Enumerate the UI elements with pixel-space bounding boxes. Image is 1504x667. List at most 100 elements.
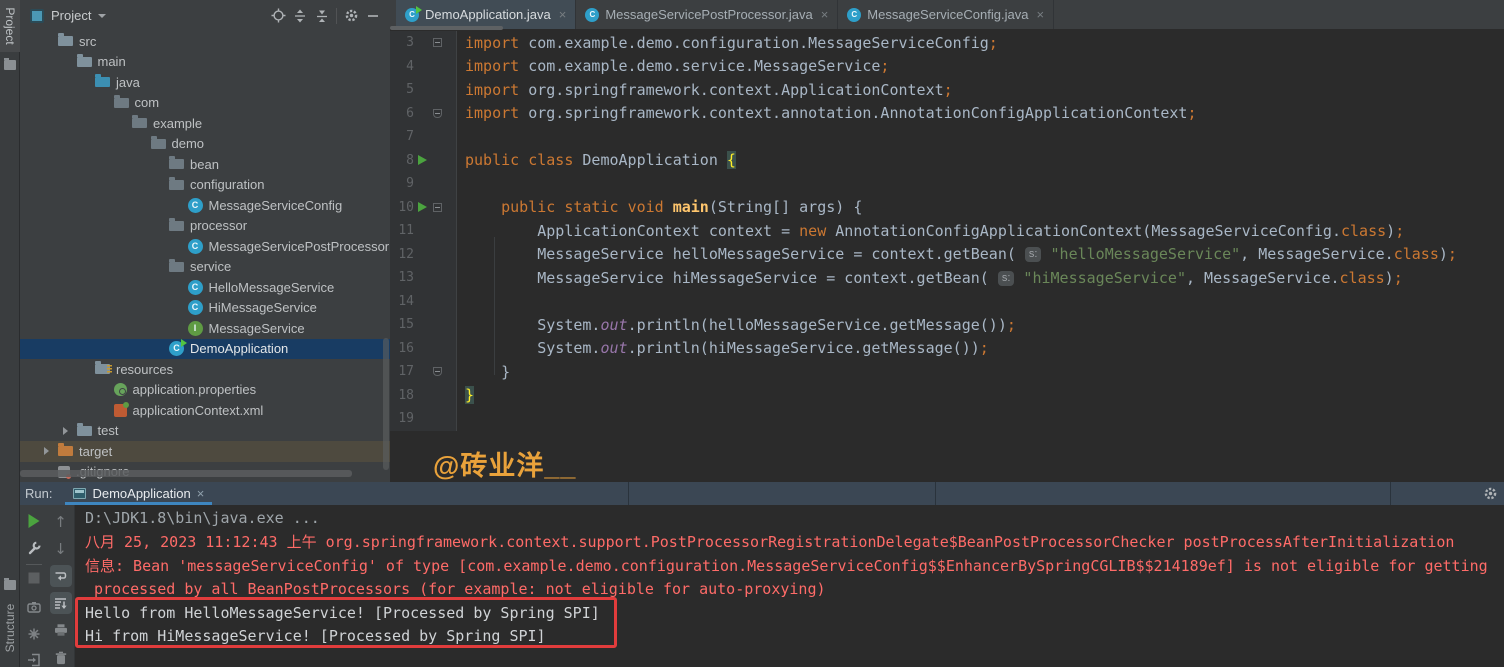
tree-item-java[interactable]: java: [20, 72, 390, 93]
code-token: ;: [944, 81, 953, 99]
chevron-down-icon[interactable]: [98, 14, 106, 18]
run-gutter-icon[interactable]: [414, 151, 431, 169]
run-arrow-icon[interactable]: [418, 155, 427, 165]
exit-icon[interactable]: [27, 654, 41, 667]
tree-item-processor[interactable]: processor: [20, 216, 390, 237]
tree-chevron-slot[interactable]: [44, 447, 58, 455]
tree-chevron-slot[interactable]: [63, 427, 77, 435]
line-number: 13: [390, 270, 414, 285]
tree-item-com[interactable]: com: [20, 93, 390, 114]
run-tab-demoapplication[interactable]: DemoApplication ×: [65, 482, 212, 505]
editor-tab-messageserviceconfig-java[interactable]: CMessageServiceConfig.java×: [838, 0, 1054, 29]
close-icon[interactable]: ×: [821, 7, 829, 22]
wrench-icon[interactable]: [27, 541, 41, 555]
indent-guide: [494, 237, 495, 375]
tree-item-src[interactable]: src: [20, 31, 390, 52]
stripe-project-button[interactable]: Project: [0, 0, 20, 52]
code-line-11[interactable]: 11 ApplicationContext context = new Anno…: [390, 219, 1504, 243]
chevron-right-icon[interactable]: [63, 427, 68, 435]
tree-vertical-scrollbar[interactable]: [383, 338, 389, 470]
tree-item-demoapplication[interactable]: CDemoApplication: [20, 339, 390, 360]
code-token: }: [465, 386, 474, 404]
code-token: MessageService helloMessageService = con…: [465, 245, 1025, 263]
tree-item-configuration[interactable]: configuration: [20, 175, 390, 196]
code-editor[interactable]: 3import com.example.demo.configuration.M…: [390, 31, 1504, 431]
tree-item-example[interactable]: example: [20, 113, 390, 134]
code-line-13[interactable]: 13 MessageService hiMessageService = con…: [390, 266, 1504, 290]
tree-item-application-properties[interactable]: application.properties: [20, 380, 390, 401]
tree-item-resources[interactable]: resources: [20, 359, 390, 380]
tree-item-target[interactable]: target: [20, 441, 390, 462]
code-line-5[interactable]: 5import org.springframework.context.Appl…: [390, 78, 1504, 102]
tree-item-service[interactable]: service: [20, 257, 390, 278]
hide-icon[interactable]: [362, 5, 384, 27]
tree-item-himessageservice[interactable]: CHiMessageService: [20, 298, 390, 319]
fold-slot[interactable]: [431, 109, 444, 118]
code-line-4[interactable]: 4import com.example.demo.service.Message…: [390, 55, 1504, 79]
structure-stripe-icon[interactable]: [4, 580, 16, 590]
tree-item-test[interactable]: test: [20, 421, 390, 442]
run-arrow-icon[interactable]: [418, 202, 427, 212]
soft-wrap-icon[interactable]: [50, 565, 72, 587]
collapse-all-icon[interactable]: [311, 5, 333, 27]
down-arrow-icon[interactable]: ↓: [54, 540, 67, 558]
close-icon[interactable]: ×: [197, 486, 205, 501]
editor-tab-messageservicepostprocessor-java[interactable]: CMessageServicePostProcessor.java×: [576, 0, 838, 29]
interface-icon: I: [188, 321, 203, 336]
settings-gear-icon[interactable]: [340, 5, 362, 27]
tree-item-hellomessageservice[interactable]: CHelloMessageService: [20, 277, 390, 298]
tree-item-main[interactable]: main: [20, 52, 390, 73]
settings-gear-icon[interactable]: [1483, 486, 1498, 501]
code-line-15[interactable]: 15 System.out.println(helloMessageServic…: [390, 313, 1504, 337]
coverage-icon[interactable]: [27, 628, 40, 641]
code-line-18[interactable]: 18}: [390, 384, 1504, 408]
close-icon[interactable]: ×: [559, 7, 567, 22]
tree-item-applicationcontext-xml[interactable]: applicationContext.xml: [20, 400, 390, 421]
code-line-16[interactable]: 16 System.out.println(hiMessageService.g…: [390, 337, 1504, 361]
chevron-right-icon[interactable]: [44, 447, 49, 455]
tree-item-messageservice[interactable]: IMessageService: [20, 318, 390, 339]
line-number: 17: [390, 364, 414, 379]
code-line-19[interactable]: 19: [390, 407, 1504, 431]
project-stripe-icon[interactable]: [4, 60, 16, 70]
code-line-9[interactable]: 9: [390, 172, 1504, 196]
fold-open-icon[interactable]: [433, 203, 442, 212]
stop-icon[interactable]: [28, 573, 39, 584]
code-line-8[interactable]: 8public class DemoApplication {: [390, 149, 1504, 173]
console-output[interactable]: D:\JDK1.8\bin\java.exe ...八月 25, 2023 11…: [85, 506, 1488, 648]
code-line-12[interactable]: 12 MessageService helloMessageService = …: [390, 243, 1504, 267]
print-icon[interactable]: [54, 624, 68, 637]
fold-slot[interactable]: [431, 38, 444, 47]
expand-all-icon[interactable]: [289, 5, 311, 27]
tree-item-bean[interactable]: bean: [20, 154, 390, 175]
camera-icon[interactable]: [27, 601, 41, 613]
tree-item-messageservicepostprocessor[interactable]: CMessageServicePostProcessor: [20, 236, 390, 257]
run-gutter-icon[interactable]: [414, 198, 431, 216]
code-line-6[interactable]: 6import org.springframework.context.anno…: [390, 102, 1504, 126]
project-title[interactable]: Project: [51, 8, 91, 23]
tree-item-demo[interactable]: demo: [20, 134, 390, 155]
editor-tab-demoapplication-java[interactable]: CDemoApplication.java×: [396, 0, 576, 29]
fold-end-icon[interactable]: [433, 367, 442, 376]
code-line-10[interactable]: 10 public static void main(String[] args…: [390, 196, 1504, 220]
code-line-3[interactable]: 3import com.example.demo.configuration.M…: [390, 31, 1504, 55]
locate-icon[interactable]: [267, 5, 289, 27]
tree-item-messageserviceconfig[interactable]: CMessageServiceConfig: [20, 195, 390, 216]
code-line-14[interactable]: 14: [390, 290, 1504, 314]
fold-slot[interactable]: [431, 367, 444, 376]
code-line-7[interactable]: 7: [390, 125, 1504, 149]
clear-icon[interactable]: [55, 652, 67, 665]
close-icon[interactable]: ×: [1036, 7, 1044, 22]
tree-horizontal-scrollbar[interactable]: [20, 470, 352, 477]
fold-end-icon[interactable]: [433, 109, 442, 118]
tree-item-label: MessageServiceConfig: [209, 198, 343, 213]
rerun-icon[interactable]: [28, 514, 39, 528]
editor-horizontal-scrollbar[interactable]: [390, 26, 503, 30]
fold-slot[interactable]: [431, 203, 444, 212]
code-line-17[interactable]: 17 }: [390, 360, 1504, 384]
scroll-to-end-icon[interactable]: [50, 592, 72, 614]
up-arrow-icon[interactable]: ↑: [54, 513, 67, 531]
code-token: ;: [1395, 222, 1404, 240]
stripe-structure-label[interactable]: Structure: [3, 604, 17, 653]
fold-open-icon[interactable]: [433, 38, 442, 47]
